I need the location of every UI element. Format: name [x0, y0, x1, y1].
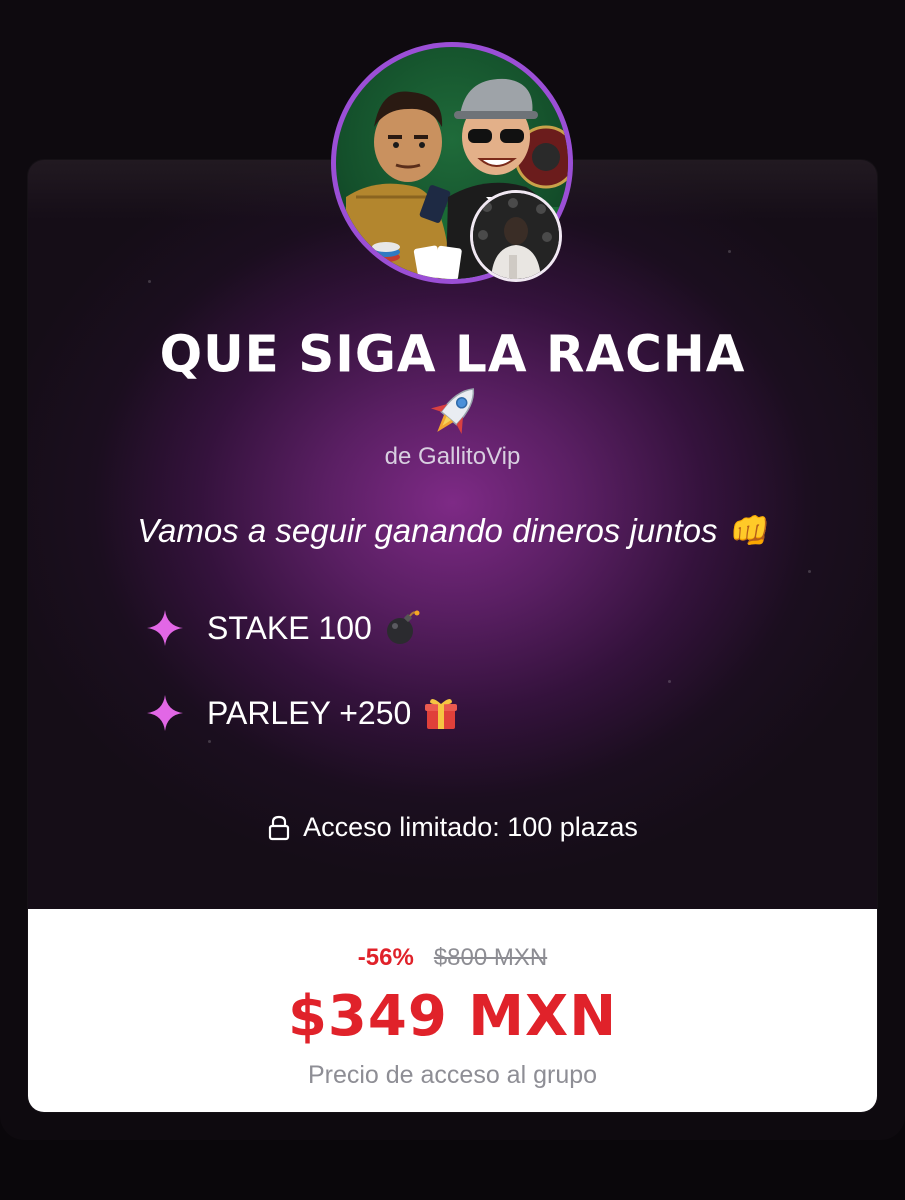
bomb-icon: [386, 610, 420, 644]
price-caption: Precio de acceso al grupo: [307, 1061, 598, 1089]
background-dot: [208, 740, 211, 743]
access-limit: Acceso limitado: 100 plazas: [0, 812, 905, 843]
background-dot: [728, 250, 731, 253]
background-dot: [668, 680, 671, 683]
feature-label: PARLEY +250: [207, 694, 412, 731]
discount-row: -56% $800 MXN: [28, 944, 877, 972]
creator-avatar[interactable]: [470, 190, 562, 282]
rocket-icon: [430, 388, 475, 435]
original-price: $800 MXN: [433, 944, 548, 971]
background-dot: [808, 570, 811, 573]
background-dot: [148, 280, 151, 283]
discount-badge: -56%: [357, 944, 414, 971]
feature-label: STAKE 100: [207, 609, 372, 646]
feature-item-parley: PARLEY +250: [145, 691, 459, 735]
sparkle-star-icon: [147, 695, 183, 731]
group-author[interactable]: de GallitoVip: [0, 443, 905, 471]
access-text: Acceso limitado: 100 plazas: [303, 812, 638, 842]
page: QUE SIGA LA RACHA de GallitoVip Vamos a …: [0, 0, 905, 1200]
lock-icon: [269, 815, 290, 840]
price-panel: -56% $800 MXN $349 MXN Precio de acceso …: [28, 909, 877, 1112]
current-price: $349 MXN: [287, 984, 618, 1049]
gift-icon: [425, 698, 458, 729]
feature-item-stake: STAKE 100: [145, 606, 420, 650]
group-tagline: Vamos a seguir ganando dineros juntos 👊: [137, 512, 768, 549]
sparkle-star-icon: [147, 610, 183, 646]
group-title: QUE SIGA LA RACHA: [159, 324, 746, 384]
creator-photo: [473, 193, 559, 279]
